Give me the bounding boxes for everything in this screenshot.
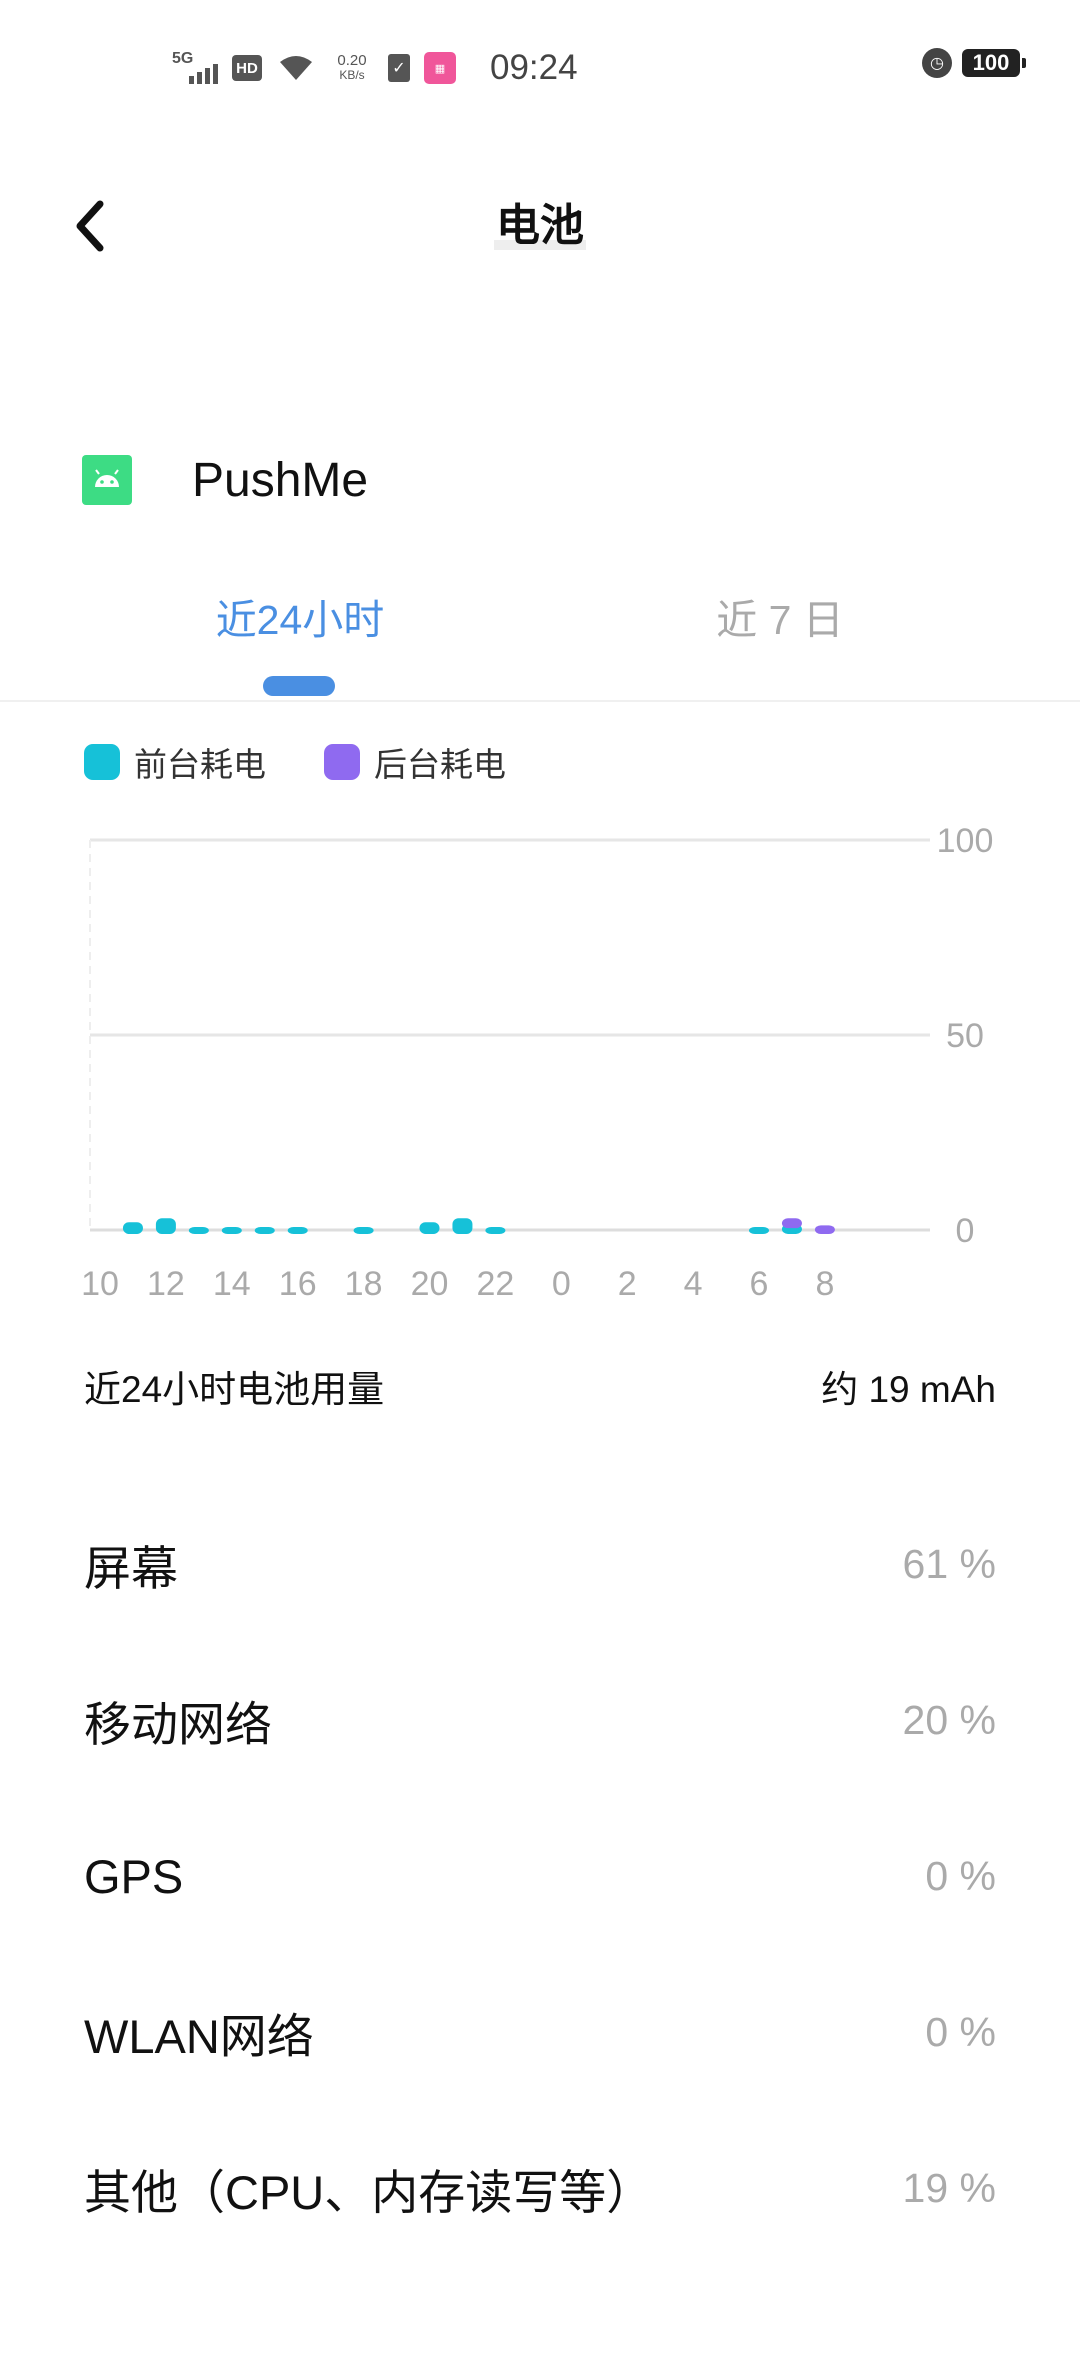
list-item-wlan: WLAN网络 0 % [84,1992,996,2072]
list-item-value: 20 % [902,1696,996,1743]
divider [0,700,1080,702]
alarm-icon: ◷ [922,48,952,78]
page-title-text: 电池 [494,201,586,250]
y-tick-label: 50 [946,1017,984,1055]
signal-icon: 5G [172,50,218,86]
legend-swatch-foreground [84,744,120,780]
network-speed: 0.20 KB/s [330,53,374,83]
list-item-value: 61 % [902,1540,996,1587]
list-item-label: 屏幕 [84,1541,178,1595]
hd-icon: HD [232,55,262,81]
usage-label: 近24小时电池用量 [84,1369,385,1410]
chart-bar [353,1227,374,1234]
list-item-screen: 屏幕 61 % [84,1524,996,1604]
x-tick-label: 16 [279,1265,317,1303]
app-name: PushMe [192,453,369,507]
chart-bar [122,1222,143,1234]
list-item-other: 其他（CPU、内存读写等） 19 % [84,2148,996,2228]
chart-bar [419,1222,440,1234]
chart-bar [781,1218,802,1229]
list-item-value: 0 % [925,1852,996,1899]
tab-7-days[interactable]: 近 7 日 [620,590,940,650]
status-bar-left-icons: 5G HD 0.20 KB/s ✓ ▦ [172,44,456,92]
chart-bar [749,1227,769,1234]
legend-item-foreground: 前台耗电 [84,740,266,784]
x-tick-label: 0 [552,1265,571,1303]
chart-bar [188,1227,209,1234]
x-tick-label: 6 [750,1265,769,1303]
chart-bar [814,1225,835,1234]
chevron-left-icon [76,200,104,252]
usage-summary: 近24小时电池用量 约 19 mAh [84,1356,996,1416]
list-item-value: 19 % [902,2164,996,2211]
list-item-label: GPS [84,1849,184,1903]
chart-bar [221,1227,242,1234]
tab-indicator [263,676,335,696]
y-tick-label: 0 [956,1212,975,1250]
chart-bar [155,1218,176,1234]
clipboard-icon: ✓ [388,54,410,82]
page-title: 电池 [0,196,1080,256]
wifi-icon [276,54,316,82]
speed-value: 0.20 [337,52,367,69]
speed-unit: KB/s [339,68,365,82]
list-item-value: 0 % [925,2008,996,2055]
chart-bar [254,1227,275,1234]
legend-label-background: 后台耗电 [374,746,506,783]
list-item-label: 移动网络 [84,1697,272,1751]
chart-bar [452,1218,473,1234]
x-tick-label: 22 [476,1265,514,1303]
list-item-gps: GPS 0 % [84,1836,996,1916]
chart-bar [287,1227,308,1234]
legend-swatch-background [324,744,360,780]
x-tick-label: 2 [618,1265,637,1303]
x-tick-label: 14 [213,1265,251,1303]
status-bar: 5G HD 0.20 KB/s ✓ ▦ 09:24 ◷ 100 [0,0,1080,120]
x-tick-label: 8 [815,1265,834,1303]
x-tick-label: 18 [345,1265,383,1303]
x-tick-label: 10 [81,1265,119,1303]
tab-24-hours[interactable]: 近24小时 [140,590,460,650]
status-bar-right-icons: ◷ 100 [922,48,1026,78]
app-header: PushMe [82,440,368,520]
battery-icon: 100 [962,49,1026,77]
legend-label-foreground: 前台耗电 [134,746,266,783]
chart-bar [485,1227,506,1234]
usage-value: 约 19 mAh [821,1369,996,1410]
list-item-label: 其他（CPU、内存读写等） [84,2165,654,2219]
app-notification-icon: ▦ [424,52,456,84]
back-button[interactable] [62,196,118,256]
x-tick-label: 4 [684,1265,703,1303]
y-tick-label: 100 [937,822,994,860]
list-item-mobile-network: 移动网络 20 % [84,1680,996,1760]
android-icon [82,455,132,505]
status-time: 09:24 [490,48,578,87]
x-tick-label: 12 [147,1265,185,1303]
battery-usage-chart: 100 50 0 10 12 14 16 18 20 22 0 2 4 6 8 [81,822,994,1303]
legend-item-background: 后台耗电 [324,740,506,784]
list-item-label: WLAN网络 [84,2009,314,2063]
x-tick-label: 20 [411,1265,449,1303]
